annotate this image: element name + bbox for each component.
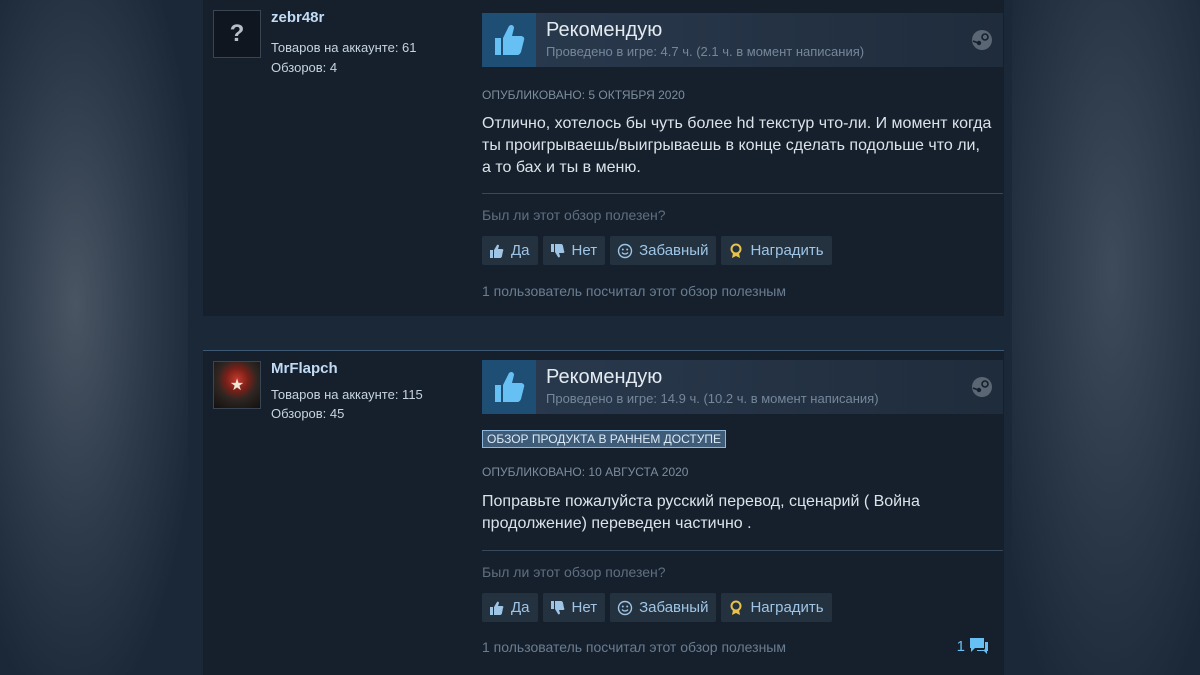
- comment-bubble-icon: [970, 638, 988, 654]
- thumbs-up-icon: [482, 360, 536, 414]
- review-verdict: Рекомендую: [546, 19, 663, 41]
- vote-funny-label: Забавный: [639, 599, 709, 616]
- vote-yes-button[interactable]: Да: [482, 236, 538, 265]
- author-products-count[interactable]: Товаров на аккаунте: 61: [271, 40, 417, 55]
- thumbs-up-icon: [488, 242, 506, 260]
- reviews-column: ? zebr48r Товаров на аккаунте: 61 Обзоро…: [188, 0, 1012, 675]
- vote-funny-button[interactable]: Забавный: [610, 593, 717, 622]
- comments-link[interactable]: 1: [957, 636, 990, 656]
- award-label: Наградить: [750, 242, 824, 259]
- vote-header[interactable]: Рекомендую Проведено в игре: 14.9 ч. (10…: [482, 360, 1003, 414]
- playtime-hours: Проведено в игре: 14.9 ч. (10.2 ч. в мом…: [546, 391, 879, 406]
- review-verdict: Рекомендую: [546, 366, 663, 388]
- review-text: Поправьте пожалуйста русский перевод, сц…: [482, 493, 920, 532]
- posted-date: ОПУБЛИКОВАНО: 5 ОКТЯБРЯ 2020: [482, 88, 685, 102]
- thumbs-down-icon: [549, 242, 567, 260]
- vote-no-button[interactable]: Нет: [542, 236, 606, 265]
- award-label: Наградить: [750, 599, 824, 616]
- helpful-count: 1 пользователь посчитал этот обзор полез…: [482, 283, 786, 299]
- thumbs-up-icon: [488, 599, 506, 617]
- award-button[interactable]: Наградить: [721, 593, 832, 622]
- posted-date: ОПУБЛИКОВАНО: 10 АВГУСТА 2020: [482, 465, 689, 479]
- author-products-count[interactable]: Товаров на аккаунте: 115: [271, 387, 423, 402]
- vote-no-label: Нет: [571, 242, 598, 259]
- background-blur-left: [0, 0, 188, 675]
- rating-buttons: Да Нет Забавный Наградить: [482, 593, 832, 622]
- award-ribbon-icon: [727, 242, 745, 260]
- author-name[interactable]: MrFlapch: [271, 360, 338, 377]
- vote-no-label: Нет: [571, 599, 598, 616]
- vote-header[interactable]: Рекомендую Проведено в игре: 4.7 ч. (2.1…: [482, 13, 1003, 67]
- early-access-badge: ОБЗОР ПРОДУКТА В РАННЕМ ДОСТУПЕ: [482, 430, 726, 448]
- steam-logo-icon: [972, 30, 992, 50]
- author-reviews-count[interactable]: Обзоров: 45: [271, 406, 344, 421]
- vote-no-button[interactable]: Нет: [542, 593, 606, 622]
- steam-logo-icon: [972, 377, 992, 397]
- thumbs-up-icon: [482, 13, 536, 67]
- avatar-placeholder: ?: [229, 20, 245, 47]
- helpful-count: 1 пользователь посчитал этот обзор полез…: [482, 639, 786, 655]
- vote-yes-button[interactable]: Да: [482, 593, 538, 622]
- vote-yes-label: Да: [511, 242, 530, 259]
- award-button[interactable]: Наградить: [721, 236, 832, 265]
- divider: [482, 193, 1003, 194]
- author-name[interactable]: zebr48r: [271, 9, 324, 26]
- award-ribbon-icon: [727, 599, 745, 617]
- background-blur-right: [1004, 0, 1200, 675]
- avatar[interactable]: ★: [213, 361, 261, 409]
- vote-yes-label: Да: [511, 599, 530, 616]
- smiley-icon: [616, 242, 634, 260]
- thumbs-down-icon: [549, 599, 567, 617]
- avatar-image: ★: [229, 377, 245, 394]
- vote-funny-label: Забавный: [639, 242, 709, 259]
- helpful-question: Был ли этот обзор полезен?: [482, 207, 666, 223]
- avatar[interactable]: ?: [213, 10, 261, 58]
- smiley-icon: [616, 599, 634, 617]
- divider: [482, 550, 1003, 551]
- vote-funny-button[interactable]: Забавный: [610, 236, 717, 265]
- review-card: ? zebr48r Товаров на аккаунте: 61 Обзоро…: [203, 0, 1004, 316]
- helpful-question: Был ли этот обзор полезен?: [482, 564, 666, 580]
- rating-buttons: Да Нет Забавный Наградить: [482, 236, 832, 265]
- review-text: Отлично, хотелось бы чуть более hd текст…: [482, 115, 992, 176]
- comment-count: 1: [956, 637, 965, 655]
- review-card: ★ MrFlapch Товаров на аккаунте: 115 Обзо…: [203, 350, 1004, 675]
- author-reviews-count[interactable]: Обзоров: 4: [271, 60, 337, 75]
- playtime-hours: Проведено в игре: 4.7 ч. (2.1 ч. в момен…: [546, 44, 865, 59]
